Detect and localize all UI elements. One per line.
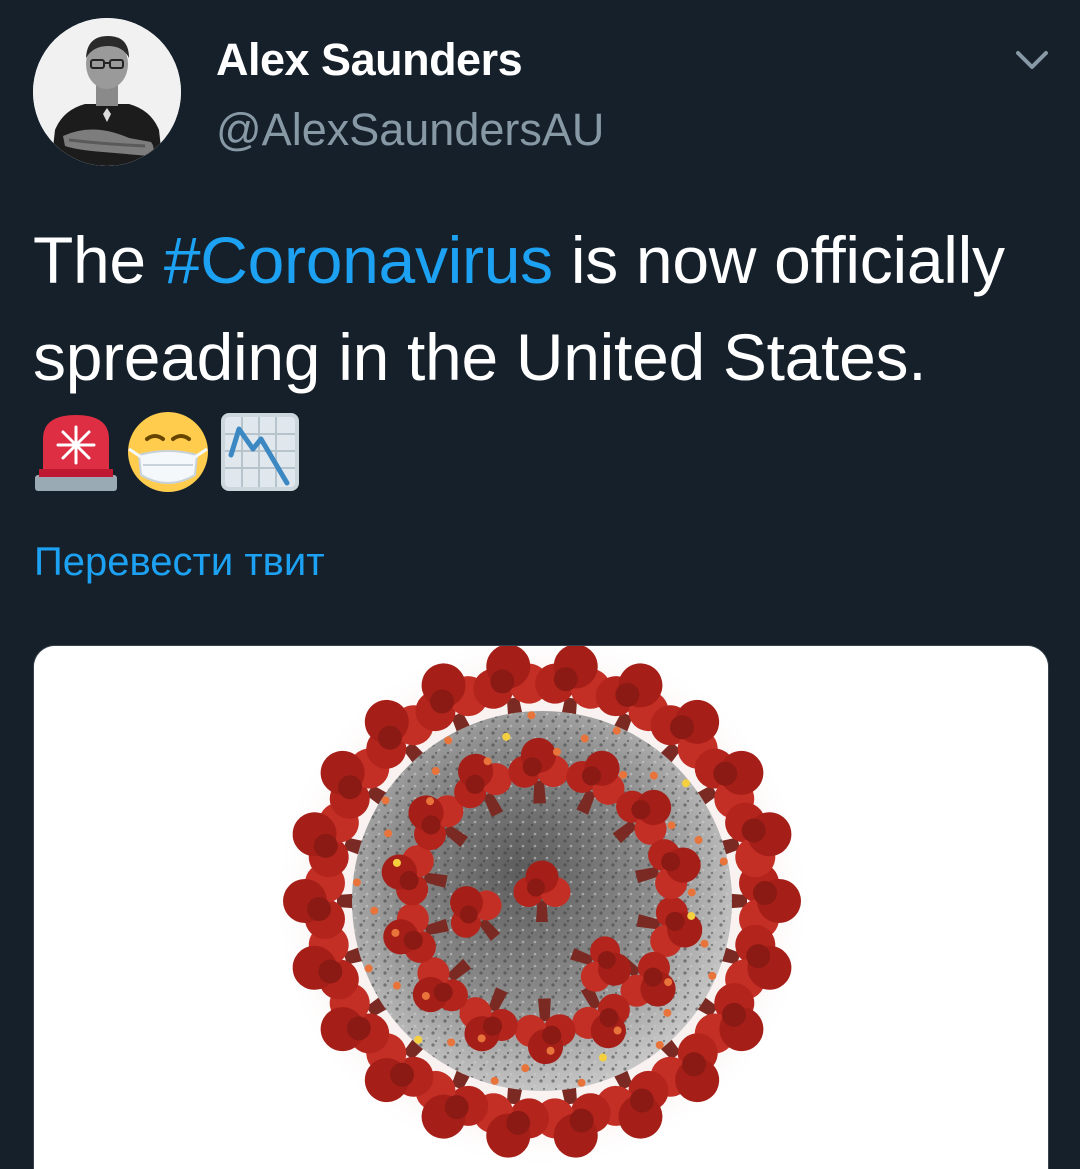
chart-decreasing-icon (217, 409, 303, 495)
virus-illustration (34, 646, 1048, 1169)
rotating-light-icon (33, 409, 119, 495)
tweet-text-start: The (33, 223, 164, 297)
tweet-media-image[interactable] (33, 645, 1049, 1169)
hashtag-link[interactable]: #Coronavirus (164, 223, 553, 297)
tweet-text: The #Coronavirus is now officially sprea… (33, 212, 1033, 503)
tweet: Alex Saunders @AlexSaundersAU The #Coron… (0, 0, 1080, 1169)
chevron-down-icon[interactable] (1010, 40, 1054, 80)
avatar[interactable] (33, 18, 181, 166)
avatar-photo (33, 18, 181, 166)
medical-mask-face-icon (125, 409, 211, 495)
translate-tweet-link[interactable]: Перевести твит (34, 536, 325, 588)
user-handle[interactable]: @AlexSaundersAU (216, 102, 604, 158)
display-name[interactable]: Alex Saunders (216, 32, 523, 88)
